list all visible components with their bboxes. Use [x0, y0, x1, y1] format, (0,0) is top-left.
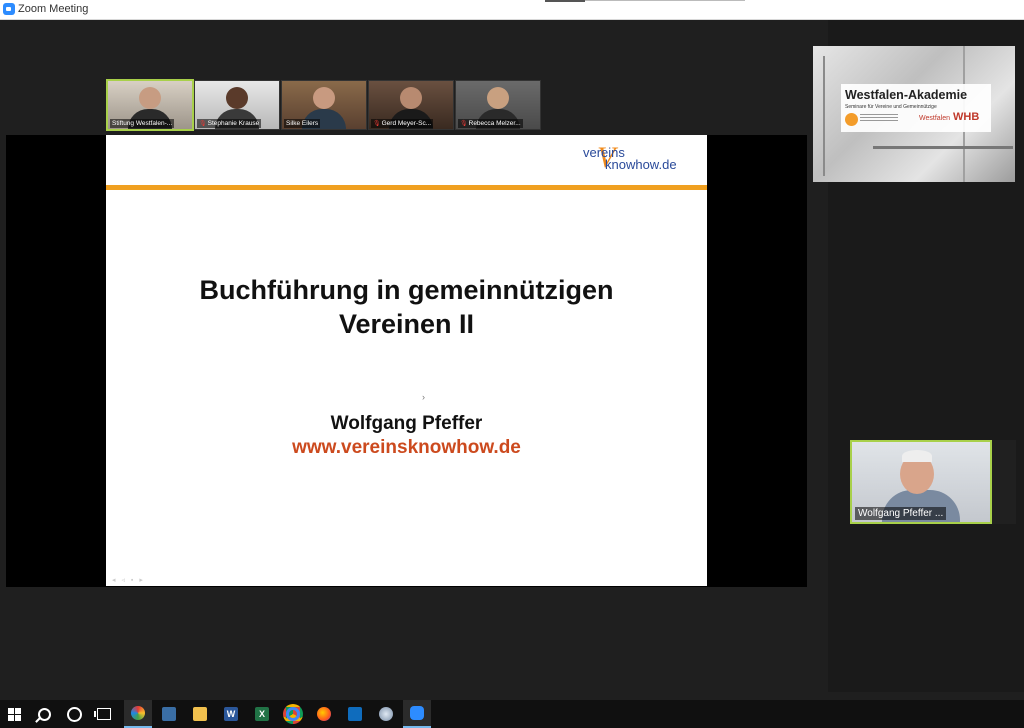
participant-head: [487, 87, 509, 109]
stiftung-logo-icon: [845, 113, 858, 126]
folder-icon: [193, 707, 207, 721]
task-view-icon: [94, 708, 111, 720]
whb-logo: WHB: [953, 111, 980, 123]
taskbar-app-word[interactable]: W: [217, 700, 245, 728]
chrome-icon: [283, 704, 303, 724]
westfalen-akademie-banner: Westfalen-Akademie Seminare für Vereine …: [841, 84, 991, 132]
banner-subtitle: Seminare für Vereine und Gemeinnützige: [845, 104, 937, 110]
slide-url: www.vereinsknowhow.de: [292, 437, 521, 458]
participant-head: [400, 87, 422, 109]
slide-author: Wolfgang Pfeffer: [330, 413, 483, 434]
task-view-button[interactable]: [90, 700, 118, 728]
zoom-logo-icon: [3, 3, 15, 15]
slide-title-line: Vereinen II: [338, 309, 475, 339]
outlook-icon: [348, 707, 362, 721]
cortana-icon: [66, 706, 82, 722]
participant-thumbnail[interactable]: 🎙Stephanie Krause: [194, 80, 280, 130]
participant-thumbnail[interactable]: 🎙Gerd Meyer-Sc...: [368, 80, 454, 130]
start-button[interactable]: [0, 700, 28, 728]
participant-head: [139, 87, 161, 109]
title-bar-line: [585, 0, 745, 1]
taskbar-app-calculator[interactable]: [155, 700, 183, 728]
participant-name: 🎙Stephanie Krause: [197, 119, 262, 128]
participant-name: 🎙Rebecca Melzer...: [458, 119, 523, 128]
zoom-app-icon: [410, 706, 424, 720]
excel-icon: X: [255, 707, 269, 721]
logo-text-bottom: knowhow.de: [605, 157, 677, 172]
search-icon: [37, 707, 51, 721]
taskbar-app-zoom[interactable]: [403, 700, 431, 728]
mouse-cursor-icon: ›: [422, 392, 425, 402]
mic-muted-icon: 🎙: [373, 121, 381, 127]
taskbar-app-chrome[interactable]: [279, 700, 307, 728]
mic-muted-icon: 🎙: [199, 121, 207, 127]
cortana-button[interactable]: [60, 700, 88, 728]
active-speaker-video[interactable]: Wolfgang Pfeffer ...: [850, 440, 992, 524]
window-title-bar[interactable]: Zoom Meeting: [0, 0, 1024, 20]
background-detail: [873, 146, 1013, 149]
stiftung-logo-text: [860, 114, 898, 124]
participant-thumbnail[interactable]: Silke Eilers: [281, 80, 367, 130]
participant-head: [226, 87, 248, 109]
taskbar-app-outlook[interactable]: [341, 700, 369, 728]
slide-title: Buchführung in gemeinnützigen Vereinen I…: [106, 273, 707, 341]
banner-title: Westfalen-Akademie: [845, 88, 968, 102]
vereinsknowhow-logo: V vereins knowhow.de: [583, 143, 683, 185]
speaker-hair: [902, 450, 932, 462]
taskbar-app-firefox[interactable]: [310, 700, 338, 728]
westfalen-logo: Westfalen: [919, 115, 950, 122]
slideshow-controls[interactable]: ◂ ◃ ▪ ▸: [112, 576, 145, 584]
participant-video-westfalen-akademie[interactable]: Westfalen-Akademie Seminare für Vereine …: [813, 46, 1015, 182]
participant-thumbnail[interactable]: 🎙Rebecca Melzer...: [455, 80, 541, 130]
word-icon: W: [224, 707, 238, 721]
background-detail: [823, 56, 825, 176]
mail-client-icon: [379, 707, 393, 721]
slide-header-divider: [106, 185, 707, 190]
presentation-slide: V vereins knowhow.de Buchführung in geme…: [106, 135, 707, 586]
participant-thumbnail[interactable]: Stiftung Westfalen-...: [106, 79, 194, 131]
taskbar-app-thunderbird[interactable]: [372, 700, 400, 728]
calculator-icon: [162, 707, 176, 721]
mic-muted-icon: 🎙: [460, 121, 468, 127]
window-title: Zoom Meeting: [18, 3, 89, 15]
speaker-name: Wolfgang Pfeffer ...: [855, 507, 947, 520]
windows-start-icon: [7, 707, 21, 721]
taskbar-app-excel[interactable]: X: [248, 700, 276, 728]
paint-app-icon: [131, 706, 145, 720]
participant-name: 🎙Gerd Meyer-Sc...: [371, 119, 434, 128]
slide-title-line: Buchführung in gemeinnützigen: [199, 275, 614, 305]
video-panel-edge: [992, 440, 1016, 524]
taskbar-app-paint[interactable]: [124, 700, 152, 728]
participant-name: Stiftung Westfalen-...: [110, 119, 175, 128]
title-bar-separator: [545, 0, 585, 2]
firefox-icon: [317, 707, 331, 721]
participant-head: [313, 87, 335, 109]
taskbar-app-file-explorer[interactable]: [186, 700, 214, 728]
participant-name: Silke Eilers: [284, 119, 321, 128]
search-button[interactable]: [30, 700, 58, 728]
windows-taskbar: W X: [0, 700, 1024, 728]
